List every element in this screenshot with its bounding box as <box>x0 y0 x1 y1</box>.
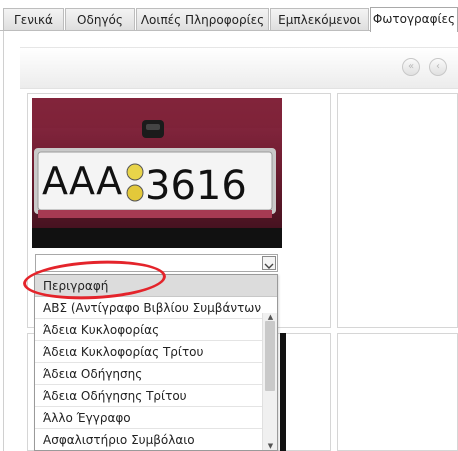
tab-other-info[interactable]: Λοιπές Πληροφορίες <box>136 8 269 30</box>
tab-general[interactable]: Γενικά <box>3 8 64 30</box>
double-left-arrow-icon[interactable]: « <box>402 58 420 76</box>
license-plate-image: AAA 3616 <box>32 98 282 248</box>
tab-label: Γενικά <box>14 13 53 27</box>
chevron-down-icon[interactable] <box>262 256 276 270</box>
dropdown-header[interactable]: Περιγραφή <box>35 275 277 297</box>
scrollbar-thumb[interactable] <box>265 321 275 391</box>
dropdown-option[interactable]: Άλλο Έγγραφο <box>35 407 262 429</box>
scroll-down-icon[interactable]: ▼ <box>263 442 277 450</box>
tab-label: Οδηγός <box>77 13 123 27</box>
dropdown-option[interactable]: Άδεια Κυκλοφορίας <box>35 319 262 341</box>
photo-toolbar <box>20 47 458 89</box>
tab-photos[interactable]: Φωτογραφίες <box>370 7 458 32</box>
photo-type-select[interactable] <box>35 254 278 272</box>
plate-number: 3616 <box>145 163 247 209</box>
photo-cell <box>337 93 458 328</box>
license-plate-photo[interactable]: AAA 3616 <box>32 98 282 248</box>
dropdown-option[interactable]: Ασφαλιστήριο Συμβόλαιο <box>35 429 262 450</box>
dropdown-option[interactable]: Άδεια Κυκλοφορίας Τρίτου <box>35 341 262 363</box>
dropdown-scrollbar[interactable]: ▲ ▼ <box>262 313 277 450</box>
tab-label: Λοιπές Πληροφορίες <box>140 13 265 27</box>
photo-cell <box>337 333 458 451</box>
photo-type-dropdown: Περιγραφή ΑΒΣ (Αντίγραφο Βιβλίου Συμβάντ… <box>34 274 278 451</box>
left-arrow-icon[interactable]: ‹ <box>429 58 447 76</box>
dropdown-option[interactable]: Άδεια Οδήγησης Τρίτου <box>35 385 262 407</box>
dropdown-option[interactable]: Άδεια Οδήγησης <box>35 363 262 385</box>
tab-label: Εμπλεκόμενοι <box>278 13 361 27</box>
tab-bar: Γενικά Οδηγός Λοιπές Πληροφορίες Εμπλεκό… <box>0 0 458 32</box>
tab-label: Φωτογραφίες <box>372 12 456 26</box>
tab-involved[interactable]: Εμπλεκόμενοι <box>270 8 369 30</box>
dropdown-option[interactable]: ΑΒΣ (Αντίγραφο Βιβλίου Συμβάντων) <box>35 297 262 319</box>
tab-driver[interactable]: Οδηγός <box>65 8 135 30</box>
photo-edge <box>280 333 286 451</box>
plate-letters: AAA <box>42 159 122 203</box>
